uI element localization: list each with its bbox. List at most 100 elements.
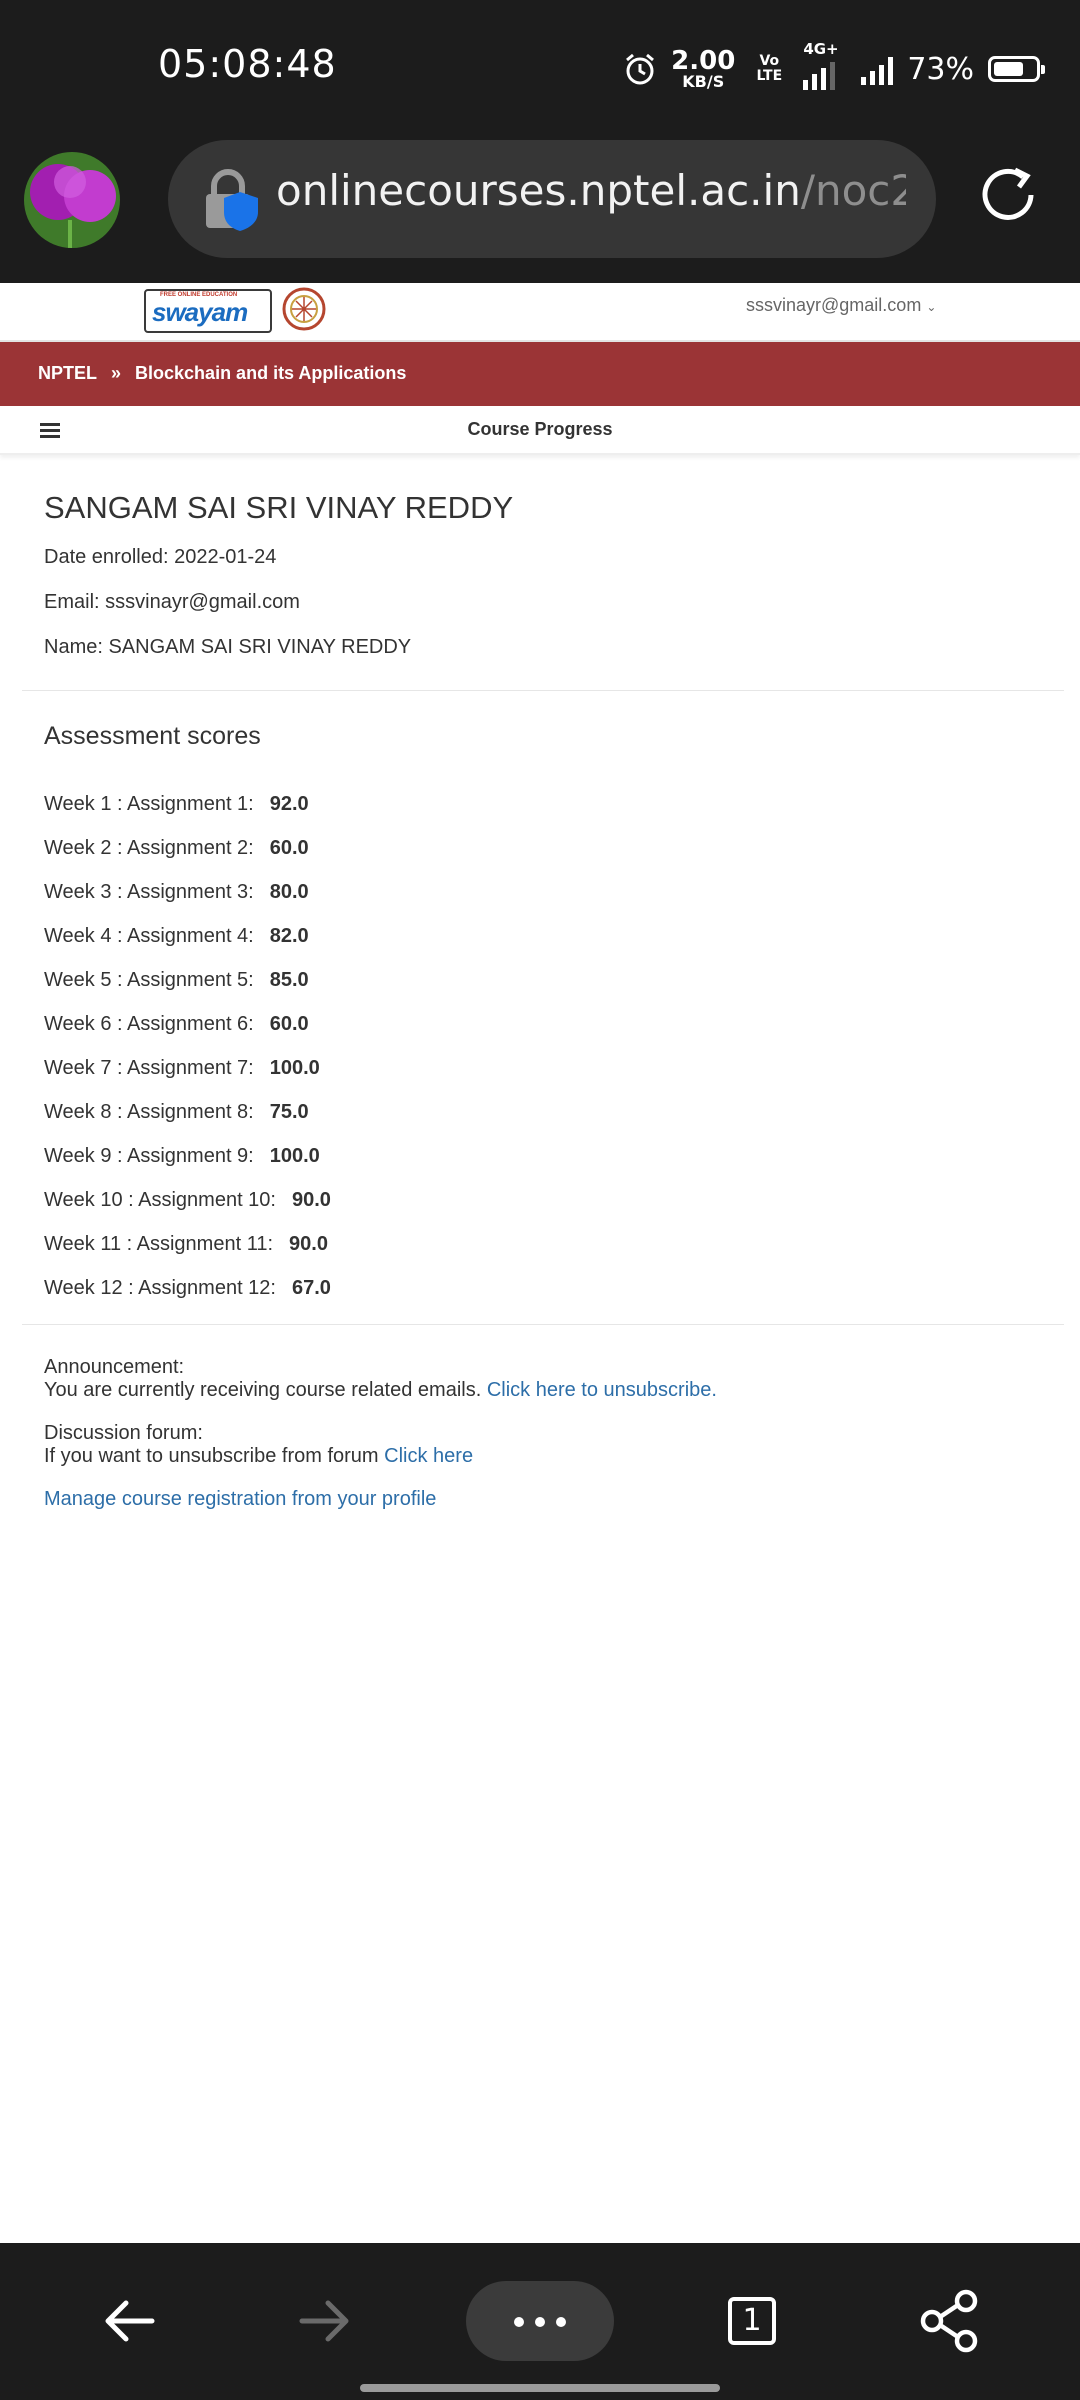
battery-percent: 73% [907,51,974,87]
reload-icon[interactable] [975,162,1041,228]
score-label: Week 12 : Assignment 12: [44,1276,276,1299]
status-icons: 2.00 KB/S Vo LTE 4G+ 73% [623,40,1045,94]
more-menu-button[interactable] [466,2281,614,2361]
browser-toolbar: onlinecourses.nptel.ac.in/noc22_cs [0,140,1080,283]
score-label: Week 9 : Assignment 9: [44,1144,254,1167]
back-arrow-icon[interactable] [90,2281,170,2361]
announcement-text: You are currently receiving course relat… [44,1379,482,1401]
course-notices: Announcement: You are currently receivin… [44,1356,717,1511]
home-indicator[interactable] [360,2384,720,2392]
manage-registration-link[interactable]: Manage course registration from your pro… [44,1488,717,1511]
net-speed-value: 2.00 [671,46,736,76]
score-label: Week 11 : Assignment 11: [44,1232,274,1255]
score-row: Week 10 : Assignment 10: 90.0 [44,1178,331,1222]
breadcrumb-bar: NPTEL » Blockchain and its Applications [0,342,1080,406]
score-row: Week 9 : Assignment 9: 100.0 [44,1134,331,1178]
assessment-scores-list: Week 1 : Assignment 1: 92.0 Week 2 : Assig… [44,782,331,1310]
score-row: Week 6 : Assignment 6: 60.0 [44,1002,331,1046]
score-value: 75.0 [269,1100,309,1123]
profile-avatar[interactable] [24,152,120,248]
status-bar: 05:08:48 2.00 KB/S Vo LTE 4G+ 73% [0,0,1080,140]
url-host: onlinecourses.nptel.ac.in [276,166,801,215]
score-value: 90.0 [289,1232,328,1255]
url-path: /noc22_cs [800,166,906,215]
score-row: Week 1 : Assignment 1: 92.0 [44,782,331,826]
site-header: FREE ONLINE EDUCATION swayam sssvinayr@g… [0,283,1080,342]
score-label: Week 7 : Assignment 7: [44,1056,254,1079]
student-info: SANGAM SAI SRI VINAY REDDY Date enrolled… [44,472,1044,681]
forum-heading: Discussion forum: [44,1422,203,1444]
address-bar[interactable]: onlinecourses.nptel.ac.in/noc22_cs [168,140,936,258]
unsubscribe-forum-link[interactable]: Click here [384,1445,473,1467]
signal-icon [861,53,894,85]
signal-4g-icon: 4G+ [803,40,839,90]
more-icon [556,2317,566,2327]
more-icon [514,2317,524,2327]
student-email: Email: sssvinayr@gmail.com [44,591,300,613]
chevron-down-icon: ⌄ [926,300,937,314]
lock-shield-icon [206,169,258,231]
browser-bottom-nav: 1 [0,2243,1080,2400]
share-icon[interactable] [910,2281,990,2361]
score-row: Week 8 : Assignment 8: 75.0 [44,1090,331,1134]
user-menu[interactable]: sssvinayr@gmail.com ⌄ [746,295,936,316]
score-label: Week 4 : Assignment 4: [44,924,254,947]
score-label: Week 6 : Assignment 6: [44,1012,254,1035]
score-value: 92.0 [269,792,309,815]
nptel-seal-icon [282,287,326,331]
network-type-label: 4G+ [803,40,839,58]
announcement-heading: Announcement: [44,1356,185,1378]
divider [22,690,1064,691]
assessment-scores-title: Assessment scores [44,722,261,750]
net-speed: 2.00 KB/S [671,48,735,90]
alarm-icon [626,53,655,85]
score-value: 82.0 [269,924,309,947]
score-row: Week 4 : Assignment 4: 82.0 [44,914,331,958]
breadcrumb-root-link[interactable]: NPTEL [38,363,97,384]
breadcrumb-course-link[interactable]: Blockchain and its Applications [135,363,406,384]
announcement-block: Announcement: You are currently receivin… [44,1356,717,1402]
battery-icon [988,56,1045,82]
forum-text: If you want to unsubscribe from forum [44,1445,379,1467]
score-value: 90.0 [291,1188,331,1211]
score-value: 60.0 [269,1012,309,1035]
more-icon [535,2317,545,2327]
score-value: 100.0 [269,1056,320,1079]
score-label: Week 2 : Assignment 2: [44,836,254,859]
announcement-text-line: You are currently receiving course relat… [44,1379,717,1402]
battery-level [994,62,1024,76]
course-subnav: Course Progress [0,407,1080,455]
volte-indicator: Vo LTE [756,53,783,84]
user-email: sssvinayr@gmail.com [746,295,922,315]
score-label: Week 10 : Assignment 10: [44,1188,276,1211]
score-label: Week 1 : Assignment 1: [44,792,254,815]
clock: 05:08:48 [158,42,337,86]
score-row: Week 2 : Assignment 2: 60.0 [44,826,331,870]
tabs-icon[interactable]: 1 [728,2297,776,2345]
breadcrumb-separator: » [111,363,122,383]
forum-text-line: If you want to unsubscribe from forum Cl… [44,1445,717,1468]
net-speed-unit: KB/S [682,72,725,91]
unsubscribe-emails-link[interactable]: Click here to unsubscribe. [487,1379,717,1401]
score-value: 100.0 [269,1144,320,1167]
score-label: Week 8 : Assignment 8: [44,1100,254,1123]
date-enrolled: Date enrolled: 2022-01-24 [44,546,277,568]
forum-block: Discussion forum: If you want to unsubsc… [44,1422,717,1468]
score-value: 67.0 [291,1276,331,1299]
swayam-logo[interactable]: FREE ONLINE EDUCATION swayam [144,289,272,333]
score-row: Week 11 : Assignment 11: 90.0 [44,1222,331,1266]
divider [22,1324,1064,1325]
score-value: 80.0 [269,880,309,903]
forward-arrow-icon[interactable] [284,2281,364,2361]
breadcrumb: NPTEL » Blockchain and its Applications [38,363,406,384]
score-row: Week 5 : Assignment 5: 85.0 [44,958,331,1002]
score-value: 60.0 [269,836,309,859]
logo-word: swayam [152,297,248,327]
url-text: onlinecourses.nptel.ac.in/noc22_cs [276,166,906,215]
page-title: Course Progress [467,419,613,439]
score-row: Week 3 : Assignment 3: 80.0 [44,870,331,914]
score-label: Week 5 : Assignment 5: [44,968,254,991]
student-name-heading: SANGAM SAI SRI VINAY REDDY [44,490,514,525]
student-name-line: Name: SANGAM SAI SRI VINAY REDDY [44,636,412,658]
score-label: Week 3 : Assignment 3: [44,880,254,903]
